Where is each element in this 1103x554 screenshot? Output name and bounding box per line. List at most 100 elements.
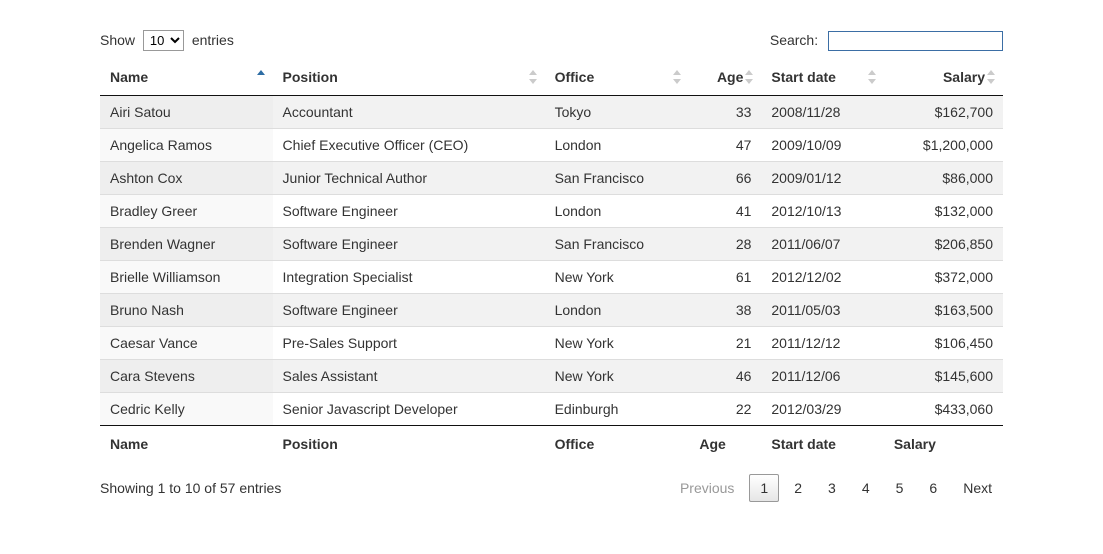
cell-office: Tokyo — [545, 96, 690, 129]
column-header-label: Age — [717, 69, 743, 85]
column-header-label: Name — [110, 69, 148, 85]
length-prefix: Show — [100, 32, 135, 48]
table-row: Airi SatouAccountantTokyo332008/11/28$16… — [100, 96, 1003, 129]
paginate-next[interactable]: Next — [952, 474, 1003, 502]
cell-salary: $132,000 — [884, 195, 1003, 228]
column-footer-name: Name — [100, 426, 273, 463]
cell-name: Airi Satou — [100, 96, 273, 129]
page-length-control: Show 10 entries — [100, 30, 234, 51]
cell-name: Brenden Wagner — [100, 228, 273, 261]
sort-icon — [673, 70, 683, 84]
cell-office: San Francisco — [545, 162, 690, 195]
cell-start: 2008/11/28 — [761, 96, 883, 129]
paginate-page[interactable]: 6 — [918, 474, 948, 502]
cell-age: 47 — [689, 129, 761, 162]
column-header-position[interactable]: Position — [273, 59, 545, 96]
cell-position: Software Engineer — [273, 228, 545, 261]
cell-age: 41 — [689, 195, 761, 228]
cell-position: Integration Specialist — [273, 261, 545, 294]
paginate-page[interactable]: 5 — [885, 474, 915, 502]
cell-age: 22 — [689, 393, 761, 426]
table-row: Angelica RamosChief Executive Officer (C… — [100, 129, 1003, 162]
sort-icon — [257, 70, 267, 84]
cell-start: 2009/01/12 — [761, 162, 883, 195]
column-footer-age: Age — [689, 426, 761, 463]
cell-office: London — [545, 294, 690, 327]
pagination: Previous123456Next — [669, 474, 1003, 502]
cell-salary: $433,060 — [884, 393, 1003, 426]
cell-start: 2012/03/29 — [761, 393, 883, 426]
table-row: Bruno NashSoftware EngineerLondon382011/… — [100, 294, 1003, 327]
cell-position: Senior Javascript Developer — [273, 393, 545, 426]
cell-name: Angelica Ramos — [100, 129, 273, 162]
cell-name: Caesar Vance — [100, 327, 273, 360]
paginate-page[interactable]: 3 — [817, 474, 847, 502]
column-header-office[interactable]: Office — [545, 59, 690, 96]
cell-age: 38 — [689, 294, 761, 327]
data-table: NamePositionOfficeAgeStart dateSalary Ai… — [100, 59, 1003, 462]
cell-name: Cara Stevens — [100, 360, 273, 393]
cell-position: Software Engineer — [273, 294, 545, 327]
paginate-page[interactable]: 2 — [783, 474, 813, 502]
cell-start: 2011/06/07 — [761, 228, 883, 261]
cell-age: 46 — [689, 360, 761, 393]
cell-start: 2012/12/02 — [761, 261, 883, 294]
column-header-label: Start date — [771, 69, 836, 85]
column-header-label: Position — [283, 69, 338, 85]
cell-salary: $372,000 — [884, 261, 1003, 294]
sort-icon — [868, 70, 878, 84]
cell-salary: $162,700 — [884, 96, 1003, 129]
cell-salary: $86,000 — [884, 162, 1003, 195]
length-suffix: entries — [192, 32, 234, 48]
cell-position: Pre-Sales Support — [273, 327, 545, 360]
search-label: Search: — [770, 32, 818, 48]
cell-office: New York — [545, 327, 690, 360]
paginate-page[interactable]: 1 — [749, 474, 779, 502]
cell-name: Brielle Williamson — [100, 261, 273, 294]
paginate-previous[interactable]: Previous — [669, 474, 745, 502]
cell-name: Cedric Kelly — [100, 393, 273, 426]
cell-salary: $206,850 — [884, 228, 1003, 261]
cell-position: Junior Technical Author — [273, 162, 545, 195]
search-input[interactable] — [828, 31, 1003, 51]
cell-office: Edinburgh — [545, 393, 690, 426]
page-length-select[interactable]: 10 — [143, 30, 184, 51]
cell-age: 33 — [689, 96, 761, 129]
cell-start: 2011/12/12 — [761, 327, 883, 360]
table-row: Bradley GreerSoftware EngineerLondon4120… — [100, 195, 1003, 228]
cell-salary: $106,450 — [884, 327, 1003, 360]
search-control: Search: — [770, 31, 1003, 51]
cell-office: New York — [545, 261, 690, 294]
cell-age: 28 — [689, 228, 761, 261]
cell-office: New York — [545, 360, 690, 393]
cell-name: Bradley Greer — [100, 195, 273, 228]
table-row: Cedric KellySenior Javascript DeveloperE… — [100, 393, 1003, 426]
column-header-salary[interactable]: Salary — [884, 59, 1003, 96]
column-header-name[interactable]: Name — [100, 59, 273, 96]
cell-salary: $163,500 — [884, 294, 1003, 327]
paginate-page[interactable]: 4 — [851, 474, 881, 502]
cell-office: San Francisco — [545, 228, 690, 261]
column-header-age[interactable]: Age — [689, 59, 761, 96]
cell-age: 61 — [689, 261, 761, 294]
cell-position: Accountant — [273, 96, 545, 129]
cell-salary: $145,600 — [884, 360, 1003, 393]
cell-salary: $1,200,000 — [884, 129, 1003, 162]
column-footer-start: Start date — [761, 426, 883, 463]
table-row: Cara StevensSales AssistantNew York46201… — [100, 360, 1003, 393]
column-header-label: Salary — [943, 69, 985, 85]
cell-position: Software Engineer — [273, 195, 545, 228]
column-footer-office: Office — [545, 426, 690, 463]
column-header-start[interactable]: Start date — [761, 59, 883, 96]
cell-start: 2012/10/13 — [761, 195, 883, 228]
cell-start: 2011/05/03 — [761, 294, 883, 327]
cell-age: 21 — [689, 327, 761, 360]
sort-icon — [745, 70, 755, 84]
cell-name: Bruno Nash — [100, 294, 273, 327]
table-row: Brenden WagnerSoftware EngineerSan Franc… — [100, 228, 1003, 261]
cell-age: 66 — [689, 162, 761, 195]
column-footer-position: Position — [273, 426, 545, 463]
table-info: Showing 1 to 10 of 57 entries — [100, 480, 281, 496]
cell-position: Chief Executive Officer (CEO) — [273, 129, 545, 162]
column-footer-salary: Salary — [884, 426, 1003, 463]
